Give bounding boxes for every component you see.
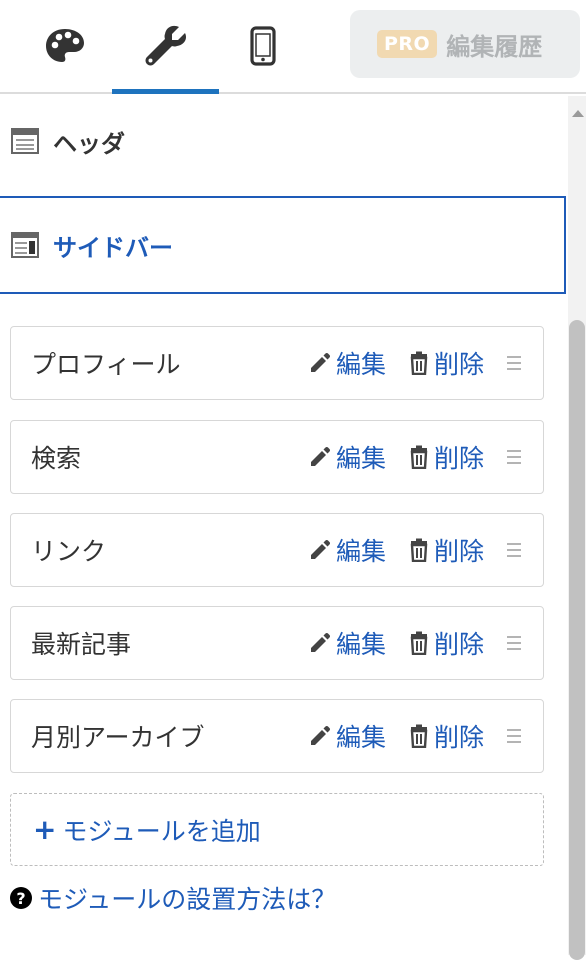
wrench-icon — [145, 25, 186, 66]
edit-history-button[interactable]: PRO 編集履歴 — [350, 10, 580, 78]
delete-label: 削除 — [434, 723, 485, 752]
area-sidebar[interactable]: サイドバー — [0, 196, 566, 294]
tab-modules[interactable] — [112, 0, 219, 94]
smartphone-icon — [250, 26, 276, 66]
delete-label: 削除 — [434, 444, 485, 473]
add-module-button[interactable]: + モジュールを追加 — [10, 793, 544, 866]
vertical-scrollbar[interactable] — [568, 96, 586, 960]
module-name: リンク — [31, 537, 107, 566]
edit-module-button[interactable]: 編集 — [308, 439, 386, 475]
edit-module-button[interactable]: 編集 — [308, 345, 386, 381]
pro-badge: PRO — [377, 30, 438, 58]
drag-handle-icon[interactable] — [507, 636, 521, 650]
edit-module-button[interactable]: 編集 — [308, 718, 386, 754]
edit-label: 編集 — [336, 723, 387, 752]
pencil-icon — [311, 632, 331, 652]
pencil-icon — [311, 352, 331, 372]
scroll-up-arrow-icon[interactable] — [572, 110, 584, 117]
module-row: 検索 編集 削除 — [10, 420, 544, 494]
module-row: プロフィール 編集 削除 — [10, 326, 544, 400]
trash-icon — [410, 631, 428, 655]
module-name: 月別アーカイブ — [31, 723, 205, 752]
delete-module-button[interactable]: 削除 — [408, 718, 484, 754]
area-sidebar-label: サイドバー — [53, 233, 173, 262]
delete-label: 削除 — [434, 537, 485, 566]
delete-label: 削除 — [434, 630, 485, 659]
edit-module-button[interactable]: 編集 — [308, 625, 386, 661]
edit-label: 編集 — [336, 630, 387, 659]
trash-icon — [410, 351, 428, 375]
help-link[interactable]: ? モジュールの設置方法は？ — [10, 880, 336, 916]
delete-module-button[interactable]: 削除 — [408, 532, 484, 568]
drag-handle-icon[interactable] — [507, 543, 521, 557]
drag-handle-icon[interactable] — [507, 356, 521, 370]
module-row: 月別アーカイブ 編集 削除 — [10, 699, 544, 773]
add-module-label: モジュールを追加 — [62, 816, 261, 846]
module-name: 最新記事 — [31, 630, 132, 659]
area-header[interactable]: ヘッダ — [0, 106, 560, 176]
tab-mobile[interactable] — [219, 0, 307, 92]
palette-icon — [46, 29, 84, 62]
top-tab-bar: PRO 編集履歴 — [0, 0, 586, 94]
edit-label: 編集 — [336, 350, 387, 379]
module-row: 最新記事 編集 削除 — [10, 606, 544, 680]
module-name: 検索 — [31, 444, 82, 473]
edit-history-label: 編集履歴 — [446, 32, 543, 61]
scrollbar-thumb[interactable] — [569, 320, 585, 960]
tab-design[interactable] — [18, 0, 112, 92]
help-link-label: モジュールの設置方法は？ — [38, 885, 337, 914]
pencil-icon — [311, 725, 331, 745]
delete-label: 削除 — [434, 350, 485, 379]
trash-icon — [410, 724, 428, 748]
pencil-icon — [311, 446, 331, 466]
delete-module-button[interactable]: 削除 — [408, 625, 484, 661]
drag-handle-icon[interactable] — [507, 729, 521, 743]
layout-header-icon — [11, 128, 39, 154]
edit-module-button[interactable]: 編集 — [308, 532, 386, 568]
pencil-icon — [311, 539, 331, 559]
plus-icon: + — [33, 812, 57, 846]
layout-sidebar-icon — [11, 232, 39, 258]
question-circle-icon: ? — [10, 887, 32, 909]
edit-label: 編集 — [336, 537, 387, 566]
edit-label: 編集 — [336, 444, 387, 473]
trash-icon — [410, 538, 428, 562]
drag-handle-icon[interactable] — [507, 450, 521, 464]
delete-module-button[interactable]: 削除 — [408, 439, 484, 475]
module-name: プロフィール — [31, 350, 181, 379]
delete-module-button[interactable]: 削除 — [408, 345, 484, 381]
module-row: リンク 編集 削除 — [10, 513, 544, 587]
trash-icon — [410, 445, 428, 469]
area-header-label: ヘッダ — [53, 129, 125, 158]
